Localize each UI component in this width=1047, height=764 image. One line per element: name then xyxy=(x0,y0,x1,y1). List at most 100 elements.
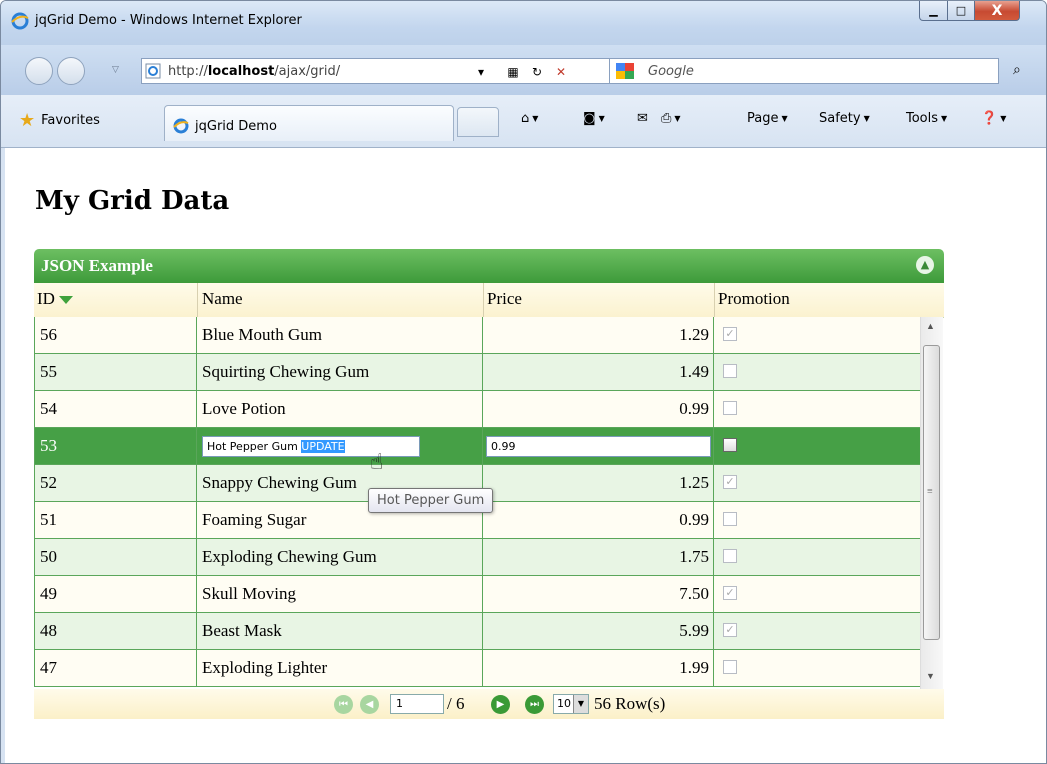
grip-icon: ≡ xyxy=(927,486,933,497)
tools-menu[interactable]: Tools ▼ xyxy=(906,111,947,126)
maximize-button[interactable]: □ xyxy=(947,1,975,21)
scroll-down-icon[interactable]: ▼ xyxy=(926,671,935,681)
chevron-down-icon: ▼ xyxy=(573,695,588,713)
mouse-cursor-icon: ☝ xyxy=(370,450,384,475)
cell-name: Love Potion xyxy=(197,391,483,427)
address-bar[interactable]: http://localhost/ajax/grid/ ▾ ▦ ↻ ✕ xyxy=(141,58,621,84)
mail-icon: ✉ xyxy=(637,111,648,126)
cell-promotion xyxy=(714,354,920,390)
row-count: 56 Row(s) xyxy=(594,694,666,713)
minimize-icon: ▁ xyxy=(929,4,938,17)
print-icon: ⎙ xyxy=(661,111,672,126)
first-page-icon[interactable]: ⏮ xyxy=(334,695,353,714)
page-content: My Grid Data JSON Example ▲ ID Name Pric… xyxy=(1,148,1043,763)
compatibility-view-icon[interactable]: ▦ xyxy=(504,63,522,81)
cell-price: 5.99 xyxy=(483,613,714,649)
cell-name: Skull Moving xyxy=(197,576,483,612)
table-row[interactable]: 48 Beast Mask 5.99 ✓ xyxy=(34,613,920,650)
back-button[interactable] xyxy=(25,57,53,85)
table-row[interactable]: 54 Love Potion 0.99 xyxy=(34,391,920,428)
cell-price: 1.49 xyxy=(483,354,714,390)
collapse-grid-icon[interactable]: ▲ xyxy=(916,256,934,274)
home-icon: ⌂ xyxy=(521,111,530,126)
column-resizer[interactable] xyxy=(197,283,198,317)
column-resizer[interactable] xyxy=(714,283,715,317)
next-page-icon[interactable]: ▶ xyxy=(491,695,510,714)
table-row[interactable]: 56 Blue Mouth Gum 1.29 ✓ xyxy=(34,317,920,354)
promotion-checkbox xyxy=(723,512,737,526)
feeds-button[interactable]: ◙ ▼ xyxy=(583,111,605,126)
help-icon: ❓ xyxy=(981,111,998,126)
favorites-label: Favorites xyxy=(41,112,100,128)
name-edit-input[interactable]: Hot Pepper Gum UPDATE xyxy=(202,436,420,457)
minimize-button[interactable]: ▁ xyxy=(919,1,948,21)
address-dropdown-icon[interactable]: ▾ xyxy=(472,63,490,81)
promotion-checkbox: ✓ xyxy=(723,586,737,600)
column-header-name[interactable]: Name xyxy=(202,289,243,309)
ie-logo-icon xyxy=(11,12,29,30)
cell-promotion xyxy=(714,650,920,686)
cell-promotion xyxy=(714,502,920,538)
page-number-input[interactable]: 1 xyxy=(390,694,444,714)
tab-title: jqGrid Demo xyxy=(195,119,277,134)
page-title: My Grid Data xyxy=(35,186,230,216)
tooltip: Hot Pepper Gum xyxy=(368,488,494,513)
last-page-icon[interactable]: ⏭ xyxy=(525,695,544,714)
previous-page-icon[interactable]: ◀ xyxy=(360,695,379,714)
favorites-bar: ★ Favorites jqGrid Demo ⌂ ▼ ◙ ▼ ✉ ⎙ ▼ Page ▼… xyxy=(1,95,1046,148)
home-button[interactable]: ⌂ ▼ xyxy=(521,111,538,126)
mail-button[interactable]: ✉ xyxy=(637,111,648,126)
browser-window: jqGrid Demo - Windows Internet Explorer … xyxy=(0,0,1047,764)
address-url[interactable]: http://localhost/ajax/grid/ xyxy=(168,64,340,79)
page-menu[interactable]: Page ▼ xyxy=(747,111,788,126)
cell-name: Exploding Chewing Gum xyxy=(197,539,483,575)
window-title: jqGrid Demo - Windows Internet Explorer xyxy=(35,13,302,28)
table-row[interactable]: 55 Squirting Chewing Gum 1.49 xyxy=(34,354,920,391)
help-menu[interactable]: ❓ ▼ xyxy=(981,111,1006,126)
table-row[interactable]: 50 Exploding Chewing Gum 1.75 xyxy=(34,539,920,576)
table-row[interactable]: 49 Skull Moving 7.50 ✓ xyxy=(34,576,920,613)
cell-id: 47 xyxy=(34,650,197,686)
price-edit-input[interactable]: 0.99 xyxy=(486,436,711,457)
print-button[interactable]: ⎙ ▼ xyxy=(661,111,681,126)
cell-promotion: ✓ xyxy=(714,465,920,501)
scrollbar-thumb[interactable]: ≡ xyxy=(923,345,940,640)
column-header-price[interactable]: Price xyxy=(487,289,522,309)
stop-icon[interactable]: ✕ xyxy=(552,63,570,81)
page-icon xyxy=(145,63,161,79)
scroll-up-icon[interactable]: ▲ xyxy=(926,321,935,331)
grid-caption: JSON Example ▲ xyxy=(34,249,944,283)
new-tab-button[interactable] xyxy=(457,107,499,137)
favorites-button[interactable]: ★ Favorites xyxy=(19,109,100,131)
recent-pages-dropdown-icon[interactable]: ▽ xyxy=(112,65,119,75)
cell-promotion xyxy=(714,391,920,427)
ie-logo-icon xyxy=(173,118,189,134)
promotion-checkbox: ✓ xyxy=(723,475,737,489)
star-icon: ★ xyxy=(19,109,36,131)
tab-jqgrid-demo[interactable]: jqGrid Demo xyxy=(164,105,454,141)
promotion-checkbox xyxy=(723,660,737,674)
search-icon[interactable]: ⌕ xyxy=(1013,62,1021,78)
table-row-editing[interactable]: 53 Hot Pepper Gum UPDATE 0.99 xyxy=(34,428,920,465)
title-bar: jqGrid Demo - Windows Internet Explorer … xyxy=(1,1,1046,45)
rows-per-page-select[interactable]: 10 ▼ xyxy=(553,694,589,714)
close-button[interactable]: X xyxy=(974,1,1020,21)
column-resizer[interactable] xyxy=(483,283,484,317)
forward-button[interactable] xyxy=(57,57,85,85)
cell-price: 1.75 xyxy=(483,539,714,575)
search-box[interactable]: Google xyxy=(609,58,999,84)
column-header-promotion[interactable]: Promotion xyxy=(718,289,790,309)
page-total: / 6 xyxy=(447,694,465,713)
promotion-checkbox[interactable] xyxy=(723,438,737,452)
cell-price: 1.25 xyxy=(483,465,714,501)
cell-price: 7.50 xyxy=(483,576,714,612)
rss-icon: ◙ xyxy=(583,111,596,126)
column-header-id[interactable]: ID xyxy=(37,289,73,309)
table-row[interactable]: 47 Exploding Lighter 1.99 xyxy=(34,650,920,687)
search-placeholder: Google xyxy=(648,64,694,79)
cell-promotion xyxy=(714,428,920,464)
cell-price: 1.29 xyxy=(483,317,714,353)
safety-menu[interactable]: Safety ▼ xyxy=(819,111,870,126)
refresh-icon[interactable]: ↻ xyxy=(528,63,546,81)
vertical-scrollbar[interactable]: ▲ ≡ ▼ xyxy=(920,317,943,689)
